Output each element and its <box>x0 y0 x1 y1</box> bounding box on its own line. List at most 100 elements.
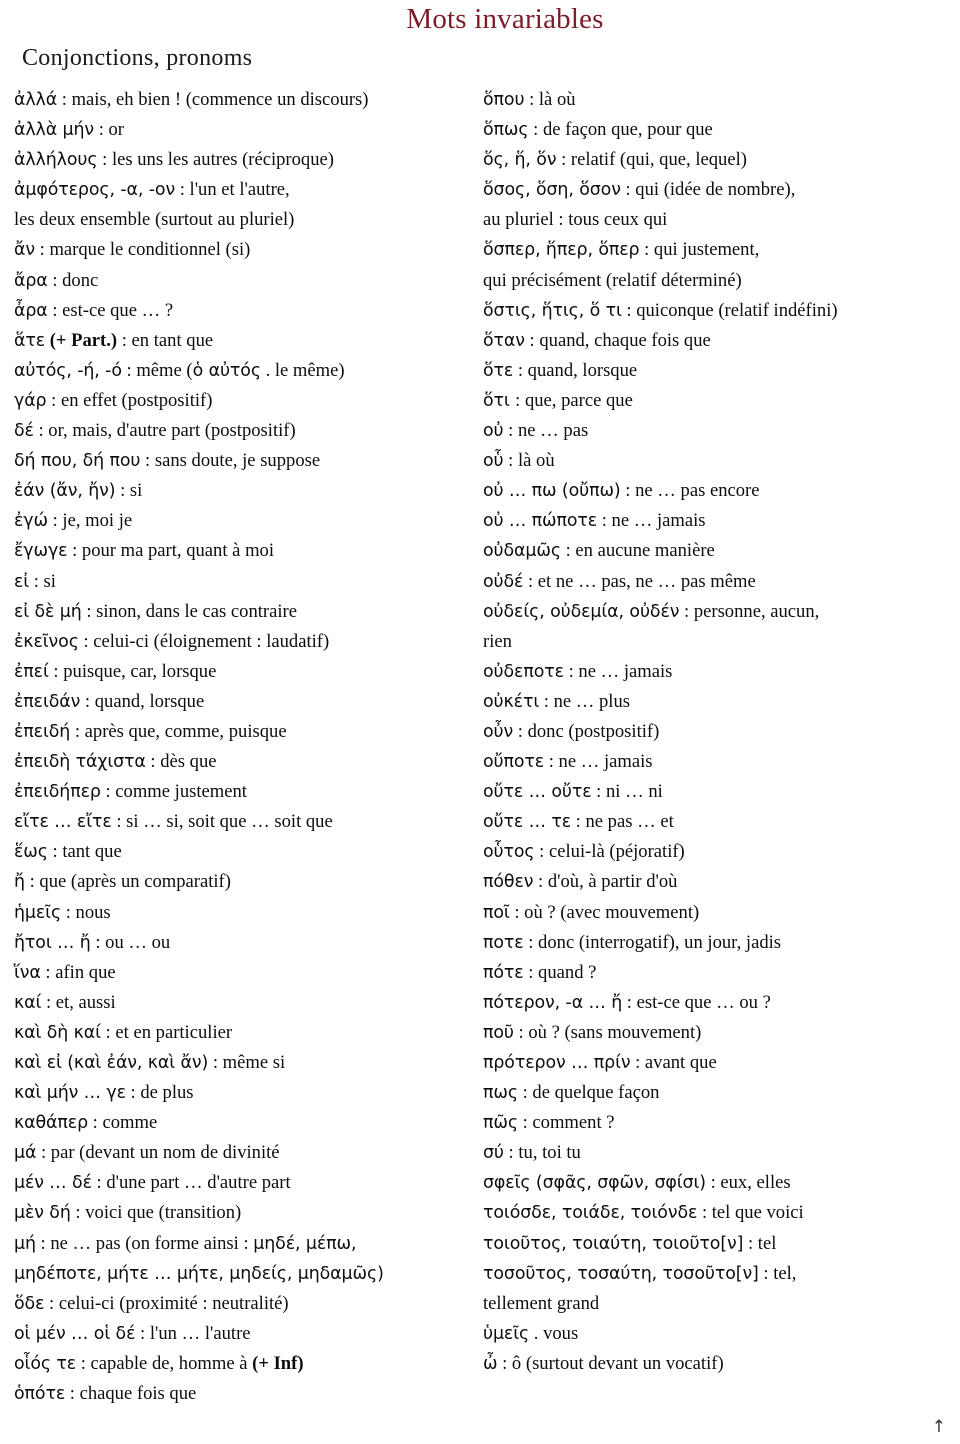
french-gloss: : et en particulier <box>100 1021 233 1043</box>
french-gloss: : chaque fois que <box>65 1383 197 1405</box>
french-gloss: qui précisément (relatif déterminé) <box>483 269 742 291</box>
up-arrow-icon[interactable]: ↑ <box>932 1419 946 1436</box>
greek-term: ποῖ <box>483 902 510 923</box>
french-gloss: : mais, eh bien ! (commence un discours) <box>57 89 369 110</box>
glossary-entry: δή που, δή που : sans doute, je suppose <box>14 446 514 476</box>
page-title: Mots invariables <box>406 3 604 35</box>
glossary-entry: ὅδε : celui-ci (proximité : neutralité) <box>14 1289 514 1319</box>
greek-term: οἷός τε <box>14 1353 77 1374</box>
french-gloss: : nous <box>61 901 111 923</box>
glossary-entry: μή : ne … pas (on forme ainsi : μηδέ, μέ… <box>14 1229 514 1259</box>
greek-term: μηδέποτε, μήτε … μήτε, μηδείς, μηδαμῶς) <box>14 1263 384 1284</box>
glossary-entry: οὐδαμῶς : en aucune manière <box>483 536 953 566</box>
glossary-entry: ἐπειδάν : quand, lorsque <box>14 687 514 717</box>
glossary-entry: ἐάν (ἄν, ἤν) : si <box>14 476 514 506</box>
greek-term: ἤτοι … ἤ <box>14 932 91 953</box>
glossary-entry: ἕως : tant que <box>14 837 514 867</box>
greek-term: καί <box>14 992 42 1013</box>
greek-term: ὅστις, ἥτις, ὅ τι <box>483 300 622 321</box>
greek-term: καθάπερ <box>14 1113 89 1134</box>
french-gloss: : en tant que <box>117 329 214 351</box>
french-gloss: : ne … pas encore <box>620 480 760 502</box>
glossary-entry: ἐπειδὴ τάχιστα : dès que <box>14 747 514 777</box>
french-gloss: : comment ? <box>517 1112 615 1134</box>
french-gloss: : capable de, homme à <box>76 1352 253 1374</box>
greek-term: ὅπου <box>483 90 525 110</box>
french-gloss: : ne pas … et <box>571 811 674 833</box>
greek-term: ἐπεί <box>14 661 49 682</box>
greek-term: ἐπειδή <box>14 721 71 742</box>
greek-term: ἔγωγε <box>14 541 68 562</box>
french-gloss: : quand, chaque fois que <box>524 329 711 351</box>
glossary-entry: καθάπερ : comme <box>14 1108 514 1138</box>
glossary-entry: les deux ensemble (surtout au pluriel) <box>14 205 514 235</box>
glossary-entry: ἀλλά : mais, eh bien ! (commence un disc… <box>14 85 514 115</box>
glossary-entry: οὖν : donc (postpositif) <box>483 717 953 747</box>
greek-term: αὐτός, -ή, -ό <box>14 360 122 381</box>
glossary-entry: οὐ … πώποτε : ne … jamais <box>483 506 953 536</box>
glossary-entry: οὐ … πω (οὔπω) : ne … pas encore <box>483 476 953 506</box>
greek-term: οὐδέ <box>483 571 524 592</box>
greek-term: σφεῖς (σφᾶς, σφῶν, σφίσι) <box>483 1173 706 1194</box>
glossary-entry: πόθεν : d'où, à partir d'où <box>483 867 953 897</box>
french-gloss: : si … si, soit que … soit que <box>111 811 333 833</box>
greek-term: ποτε <box>483 932 524 953</box>
french-gloss: : ne … jamais <box>597 510 706 532</box>
grammar-note: (+ Part.) <box>49 329 118 351</box>
greek-term: εἰ δὲ μή <box>14 601 82 622</box>
french-gloss: : si <box>29 570 56 592</box>
french-gloss: : afin que <box>40 961 116 983</box>
glossary-entry: οὐδέ : et ne … pas, ne … pas même <box>483 567 953 597</box>
french-gloss: : par (devant un nom de divinité <box>36 1142 280 1164</box>
greek-term: ὁπότε <box>14 1384 66 1405</box>
greek-term: οἱ μέν … οἱ δέ <box>14 1323 136 1344</box>
greek-term: οὔποτε <box>483 752 545 773</box>
greek-term: ἐάν (ἄν, ἤν) <box>14 481 116 502</box>
glossary-column-right: ὅπου : là où ὅπως : de façon que, pour qu… <box>483 85 953 1379</box>
greek-term: ἄν <box>14 240 35 261</box>
greek-term: ἡμεῖς <box>14 902 62 923</box>
section-heading: Conjonctions, pronoms <box>22 45 253 71</box>
glossary-entry: ἤ : que (après un comparatif) <box>14 867 514 897</box>
french-gloss: : après que, comme, puisque <box>70 720 287 742</box>
french-gloss: : voici que (transition) <box>70 1202 242 1224</box>
glossary-entry: μά : par (devant un nom de divinité <box>14 1138 514 1168</box>
french-gloss: : ne … pas (on forme ainsi : <box>35 1232 254 1254</box>
french-gloss: : celui-ci (proximité : neutralité) <box>44 1292 289 1314</box>
glossary-entry: πως : de quelque façon <box>483 1078 953 1108</box>
glossary-entry: σφεῖς (σφᾶς, σφῶν, σφίσι) : eux, elles <box>483 1168 953 1198</box>
french-gloss: : ou … ou <box>90 931 171 953</box>
glossary-entry: τοιόσδε, τοιάδε, τοιόνδε : tel que voici <box>483 1198 953 1228</box>
greek-term: σύ <box>483 1143 504 1164</box>
french-gloss: : ne … jamais <box>544 751 653 773</box>
greek-term: οὐ <box>483 421 504 442</box>
glossary-entry: ἀμφότερος, -α, -ον : l'un et l'autre, <box>14 175 514 205</box>
glossary-entry: οἷός τε : capable de, homme à (+ Inf) <box>14 1349 514 1379</box>
french-gloss: : tel <box>743 1232 777 1254</box>
greek-term: ἀλλήλους <box>14 150 98 171</box>
glossary-entry: ὁπότε : chaque fois que <box>14 1379 514 1409</box>
french-gloss: : donc (interrogatif), un jour, jadis <box>523 931 782 953</box>
french-gloss: : même si <box>208 1052 286 1073</box>
glossary-entry: ποῖ : où ? (avec mouvement) <box>483 898 953 928</box>
french-gloss: : tel que voici <box>697 1202 804 1224</box>
french-gloss: : comme <box>88 1112 158 1134</box>
french-gloss: : quiconque (relatif indéfini) <box>621 299 838 321</box>
french-gloss: : ni … ni <box>591 781 663 803</box>
french-gloss: : ne … plus <box>539 690 631 712</box>
french-gloss: : en effet (postpositif) <box>46 389 213 411</box>
french-gloss: : celui-là (péjoratif) <box>534 841 685 863</box>
greek-term: οὐ … πω (οὔπω) <box>483 481 621 502</box>
french-gloss: tellement grand <box>483 1292 600 1314</box>
greek-term-secondary: μηδέ, μέπω, <box>253 1233 357 1254</box>
glossary-entry: γάρ : en effet (postpositif) <box>14 386 514 416</box>
glossary-entry: οὐ : ne … pas <box>483 416 953 446</box>
greek-term: ὑμεῖς <box>483 1323 530 1344</box>
french-gloss: : les uns les autres (réciproque) <box>97 149 334 171</box>
french-gloss: : et ne … pas, ne … pas même <box>523 570 756 592</box>
french-gloss: : celui-ci (éloignement : laudatif) <box>78 630 330 652</box>
french-gloss: : or, mais, d'autre part (postpositif) <box>33 420 296 442</box>
glossary-entry: πρότερον … πρίν : avant que <box>483 1048 953 1078</box>
glossary-entry: tellement grand <box>483 1289 953 1319</box>
french-gloss: : sinon, dans le cas contraire <box>81 600 297 622</box>
